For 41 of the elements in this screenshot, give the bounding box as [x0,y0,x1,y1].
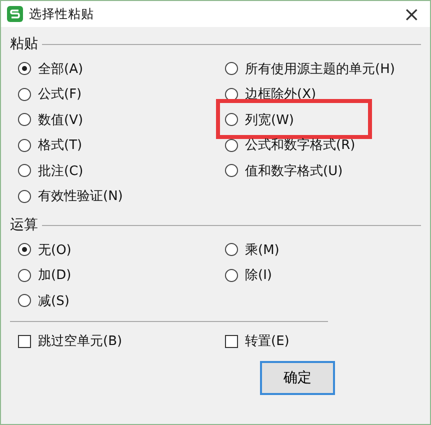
radio-button[interactable] [225,243,238,256]
radio-button[interactable] [225,62,238,76]
window-title: 选择性粘贴 [29,6,95,22]
option-label[interactable]: 公式和数字格式(R) [245,136,356,154]
close-button[interactable]: × [399,4,424,24]
option-label[interactable]: 值和数字格式(U) [245,162,343,180]
section-title: 粘贴 [10,35,38,53]
option-label[interactable]: 全部(A) [38,60,84,78]
option-label[interactable]: 列宽(W) [245,110,294,129]
checkbox[interactable] [18,334,31,348]
checkbox[interactable] [225,334,238,348]
ok-button[interactable]: 确定 [260,361,335,395]
option-label[interactable]: 有效性验证(N) [38,187,123,206]
option-label[interactable]: 加(D) [38,266,72,284]
option-label[interactable]: 数值(V) [38,110,84,129]
radio-button[interactable] [225,138,238,152]
radio-button[interactable] [225,113,238,126]
radio-button[interactable] [18,62,31,76]
radio-button[interactable] [225,88,238,101]
radio-button[interactable] [225,268,238,282]
section-title: 运算 [10,216,38,234]
option-label[interactable]: 公式(F) [38,85,82,104]
radio-button[interactable] [18,138,31,152]
option-label[interactable]: 格式(T) [38,136,82,154]
option-label[interactable]: 除(I) [245,266,272,284]
radio-button[interactable] [18,190,31,203]
option-label[interactable]: 乘(M) [245,240,280,259]
radio-button[interactable] [18,243,31,256]
checkbox-label[interactable]: 跳过空单元(B) [38,332,122,350]
option-label[interactable]: 批注(C) [38,162,84,180]
radio-button[interactable] [18,113,31,126]
app-logo-icon [7,6,23,22]
radio-button[interactable] [18,294,31,308]
checkbox-label[interactable]: 转置(E) [245,332,290,350]
radio-button[interactable] [18,268,31,282]
radio-button[interactable] [18,88,31,101]
option-label[interactable]: 无(O) [38,240,72,259]
radio-button[interactable] [18,164,31,178]
option-label[interactable]: 所有使用源主题的单元(H) [245,60,395,78]
radio-button[interactable] [225,164,238,178]
option-label[interactable]: 减(S) [38,292,70,310]
